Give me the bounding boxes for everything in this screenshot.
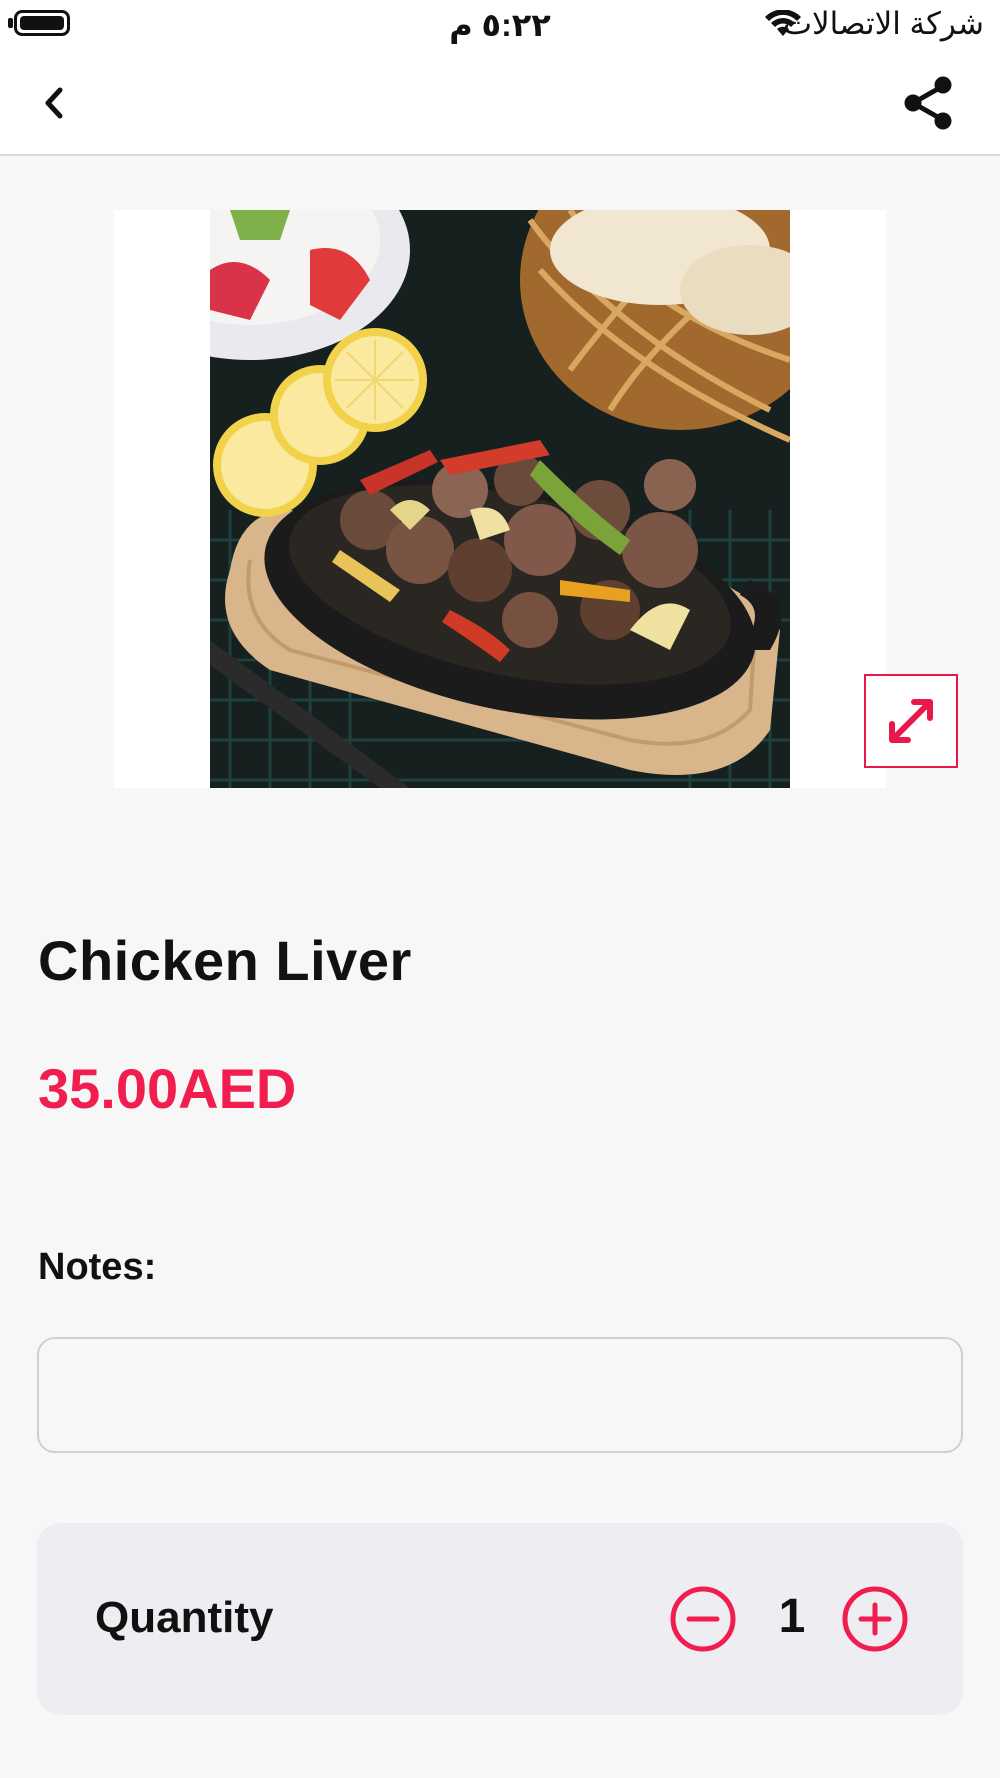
notes-input[interactable] — [37, 1337, 963, 1453]
product-price: 35.00AED — [38, 1057, 297, 1120]
quantity-label: Quantity — [95, 1593, 274, 1642]
product-image-frame — [114, 210, 886, 788]
minus-circle-icon — [670, 1586, 736, 1652]
decrease-quantity-button[interactable] — [669, 1585, 737, 1653]
expand-image-button[interactable] — [864, 674, 958, 768]
plus-circle-icon — [842, 1586, 908, 1652]
quantity-value: 1 — [778, 1590, 806, 1643]
product-name: Chicken Liver — [38, 929, 412, 992]
chevron-left-icon — [45, 87, 63, 119]
notes-label: Notes: — [38, 1246, 157, 1288]
product-image[interactable] — [210, 210, 790, 788]
back-button[interactable] — [30, 78, 86, 128]
increase-quantity-button[interactable] — [841, 1585, 909, 1653]
quantity-card: Quantity 1 — [37, 1523, 963, 1715]
carrier-name: شركة الاتصالات — [782, 6, 984, 41]
share-button[interactable] — [900, 74, 958, 132]
status-bar: ٥:٢٢ م شركة الاتصالات — [0, 0, 1000, 52]
navigation-bar — [0, 52, 1000, 156]
share-icon — [904, 76, 952, 130]
expand-arrows-icon — [889, 699, 933, 743]
